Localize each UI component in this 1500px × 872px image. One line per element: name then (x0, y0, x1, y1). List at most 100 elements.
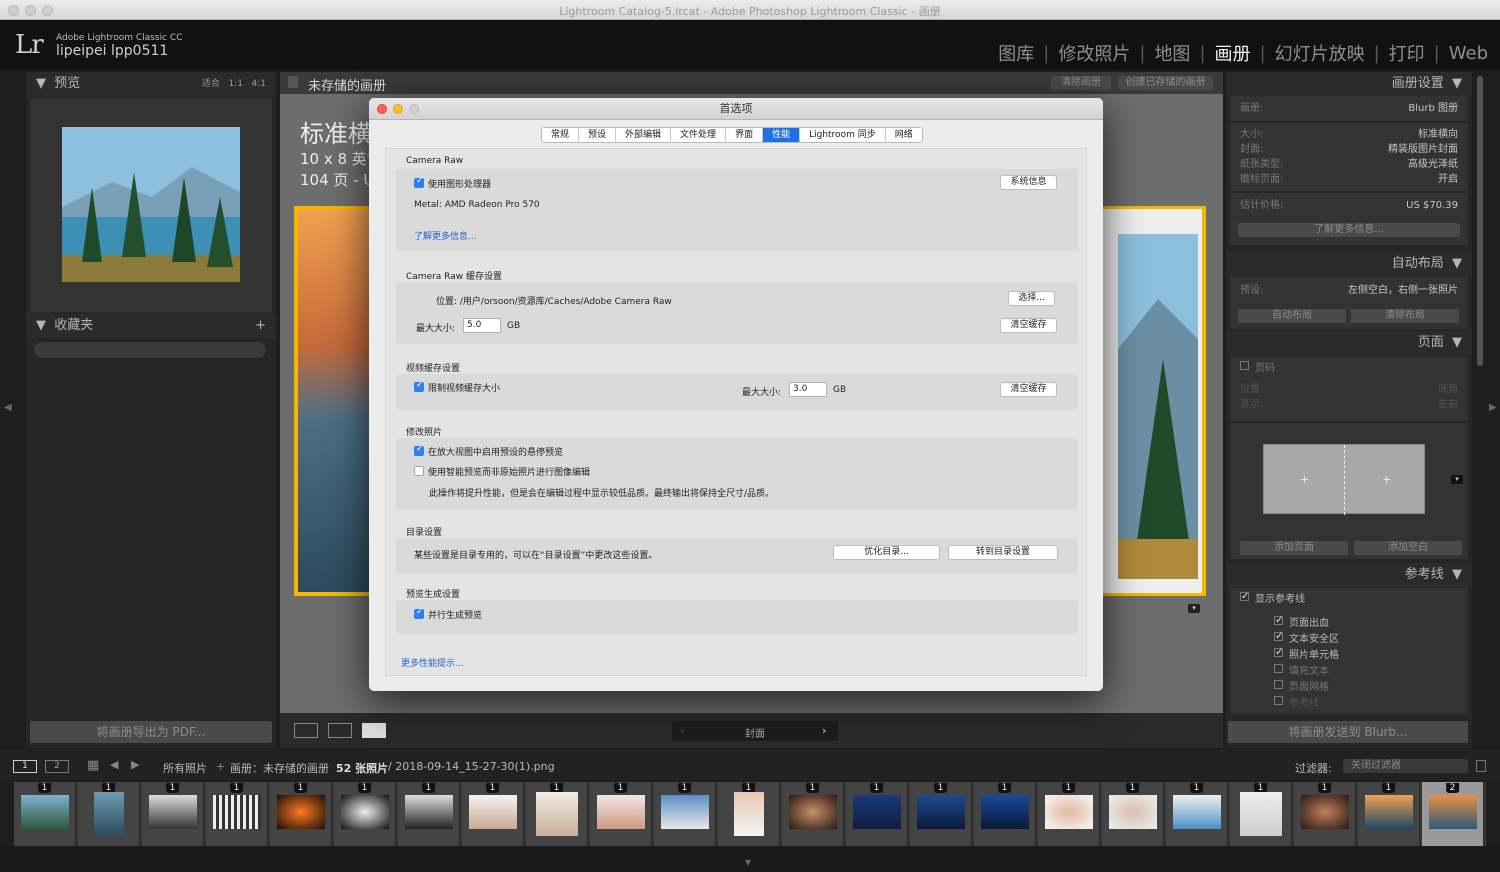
guide-item[interactable]: 参考线 (1230, 696, 1468, 712)
tab-external-editing[interactable]: 外部编辑 (616, 128, 672, 142)
auto-layout-preset-row[interactable]: 预设: 左侧空白，右侧一张照片 (1230, 283, 1468, 298)
filmstrip-thumb[interactable]: 1 (1166, 782, 1228, 846)
hover-preview-checkbox[interactable] (414, 444, 424, 456)
limit-video-cache-option[interactable]: 限制视频缓存大小 (414, 380, 500, 394)
filmstrip-thumb[interactable]: 1 (1102, 782, 1164, 846)
right-panel-toggle-icon[interactable]: ▶ (1489, 402, 1497, 413)
dialog-close-button[interactable] (377, 104, 387, 114)
optimize-catalog-button[interactable]: 优化目录... (833, 545, 940, 560)
guide-checkbox[interactable] (1274, 613, 1283, 628)
filmstrip-thumb[interactable]: 1 (974, 782, 1036, 846)
page-number-row[interactable]: 页码 (1230, 361, 1468, 376)
filmstrip-thumb[interactable]: 1 (526, 782, 588, 846)
module-print[interactable]: 打印 (1389, 40, 1425, 66)
collapse-triangle-icon[interactable]: ▼ (1452, 567, 1462, 582)
filmstrip-thumb[interactable]: 1 (462, 782, 524, 846)
page-panel-header[interactable]: 页面 ▼ (1226, 331, 1472, 355)
filmstrip-thumb[interactable]: 1 (78, 782, 140, 846)
page-menu-icon[interactable]: ▾ (1188, 604, 1200, 613)
book-cover-left-page[interactable] (294, 206, 374, 596)
module-slideshow[interactable]: 幻灯片放映 (1275, 40, 1365, 66)
guide-item[interactable]: 页面出血 (1230, 613, 1468, 632)
guide-checkbox[interactable] (1274, 696, 1283, 705)
cover-row[interactable]: 封面: 精装版图片封面 (1230, 142, 1468, 157)
add-page-button[interactable]: 添加页面 (1240, 541, 1348, 555)
show-guides-checkbox[interactable] (1240, 589, 1249, 604)
forward-arrow-icon[interactable]: ▶ (131, 758, 139, 771)
page-number-checkbox[interactable] (1240, 361, 1249, 370)
paper-value[interactable]: 高级光泽纸 (1408, 157, 1458, 172)
use-gpu-checkbox[interactable] (414, 176, 424, 188)
limit-video-cache-checkbox[interactable] (414, 380, 424, 392)
choose-cache-button[interactable]: 选择... (1008, 291, 1055, 306)
logo-page-value[interactable]: 开启 (1438, 172, 1458, 187)
learn-more-button[interactable]: 了解更多信息... (1238, 223, 1460, 237)
module-library[interactable]: 图库 (998, 40, 1034, 66)
guide-item[interactable]: 文本安全区 (1230, 629, 1468, 648)
display-value[interactable]: 左右 (1438, 397, 1458, 412)
tab-performance[interactable]: 性能 (763, 128, 801, 142)
add-collection-icon[interactable]: + (255, 314, 266, 338)
guide-checkbox[interactable] (1274, 629, 1283, 644)
filter-select[interactable]: 关闭过滤器 (1343, 759, 1468, 773)
paper-row[interactable]: 纸张类型: 高级光泽纸 (1230, 157, 1468, 172)
auto-layout-button[interactable]: 自动布局 (1238, 309, 1346, 323)
size-value[interactable]: 标准横向 (1418, 127, 1458, 142)
smart-preview-option[interactable]: 使用智能预览而非原始照片进行图像编辑 (414, 465, 590, 478)
filmstrip-thumb[interactable]: 1 (1038, 782, 1100, 846)
module-book[interactable]: 画册 (1215, 40, 1251, 66)
more-performance-tips-link[interactable]: 更多性能提示... (401, 656, 464, 669)
size-row[interactable]: 大小: 标准横向 (1230, 127, 1468, 142)
filmstrip-thumb[interactable]: 1 (846, 782, 908, 846)
auto-layout-header[interactable]: 自动布局 ▼ (1226, 252, 1472, 276)
filter-lock-icon[interactable] (1476, 760, 1486, 772)
collapse-triangle-icon[interactable]: ▼ (36, 76, 46, 91)
parallel-preview-option[interactable]: 并行生成预览 (414, 607, 482, 621)
filmstrip-thumb[interactable]: 1 (782, 782, 844, 846)
next-page-icon[interactable]: › (822, 724, 826, 737)
module-web[interactable]: Web (1449, 43, 1488, 64)
tab-network[interactable]: 网络 (886, 128, 922, 142)
filmstrip-thumb[interactable]: 1 (910, 782, 972, 846)
preview-1to1[interactable]: 1:1 (228, 79, 242, 89)
cover-value[interactable]: 精装版图片封面 (1388, 142, 1458, 157)
spread-view-icon[interactable] (328, 723, 352, 738)
scrollbar-thumb[interactable] (1477, 76, 1483, 366)
logo-page-row[interactable]: 徽标页面: 开启 (1230, 172, 1468, 187)
send-to-blurb-button[interactable]: 将画册发送到 Blurb... (1228, 721, 1468, 743)
collapse-triangle-icon[interactable]: ▼ (36, 318, 46, 333)
tab-file-handling[interactable]: 文件处理 (671, 128, 727, 142)
module-develop[interactable]: 修改照片 (1058, 40, 1130, 66)
preview-fit[interactable]: 适合 (202, 79, 220, 89)
guide-item[interactable]: 照片单元格 (1230, 645, 1468, 664)
export-pdf-button[interactable]: 将画册导出为 PDF... (30, 721, 272, 743)
filmstrip-thumb[interactable]: 1 (14, 782, 76, 846)
position-value[interactable]: 底角 (1438, 382, 1458, 397)
page-template-preview[interactable]: + + (1263, 444, 1425, 515)
dialog-zoom-button[interactable] (409, 104, 419, 114)
guide-item[interactable]: 填充文本 (1230, 664, 1468, 680)
filmstrip-thumb[interactable]: 1 (1294, 782, 1356, 846)
cache-max-size-input[interactable]: 5.0 (463, 318, 501, 333)
all-photos-link[interactable]: 所有照片 (163, 760, 207, 776)
collapse-triangle-icon[interactable]: ▼ (1452, 76, 1462, 91)
book-cover-right-page[interactable]: ▾ (1100, 206, 1206, 613)
filmstrip-thumb[interactable]: 1 (718, 782, 780, 846)
dialog-minimize-button[interactable] (393, 104, 403, 114)
show-guides-row[interactable]: 显示参考线 (1230, 589, 1468, 607)
filmstrip-thumb-selected[interactable]: 2 (1422, 782, 1484, 846)
collections-panel-header[interactable]: ▼ 收藏夹 + (26, 314, 276, 338)
collections-filter-input[interactable] (34, 342, 266, 358)
filmstrip-thumb[interactable]: 1 (654, 782, 716, 846)
book-settings-header[interactable]: 画册设置 ▼ (1226, 72, 1472, 96)
filmstrip-thumb[interactable]: 1 (270, 782, 332, 846)
filmstrip-thumb[interactable]: 1 (334, 782, 396, 846)
preview-panel-header[interactable]: ▼ 预览 适合 1:1 4:1 (26, 72, 276, 96)
tab-general[interactable]: 常规 (542, 128, 580, 142)
tab-lightroom-sync[interactable]: Lightroom 同步 (800, 128, 886, 142)
filmstrip-toggle-icon[interactable]: ▼ (745, 858, 751, 867)
template-menu-icon[interactable]: ▾ (1451, 475, 1463, 484)
collapse-triangle-icon[interactable]: ▼ (1452, 256, 1462, 271)
back-arrow-icon[interactable]: ◀ (110, 758, 118, 771)
clear-book-button[interactable]: 清除画册 (1051, 76, 1111, 90)
